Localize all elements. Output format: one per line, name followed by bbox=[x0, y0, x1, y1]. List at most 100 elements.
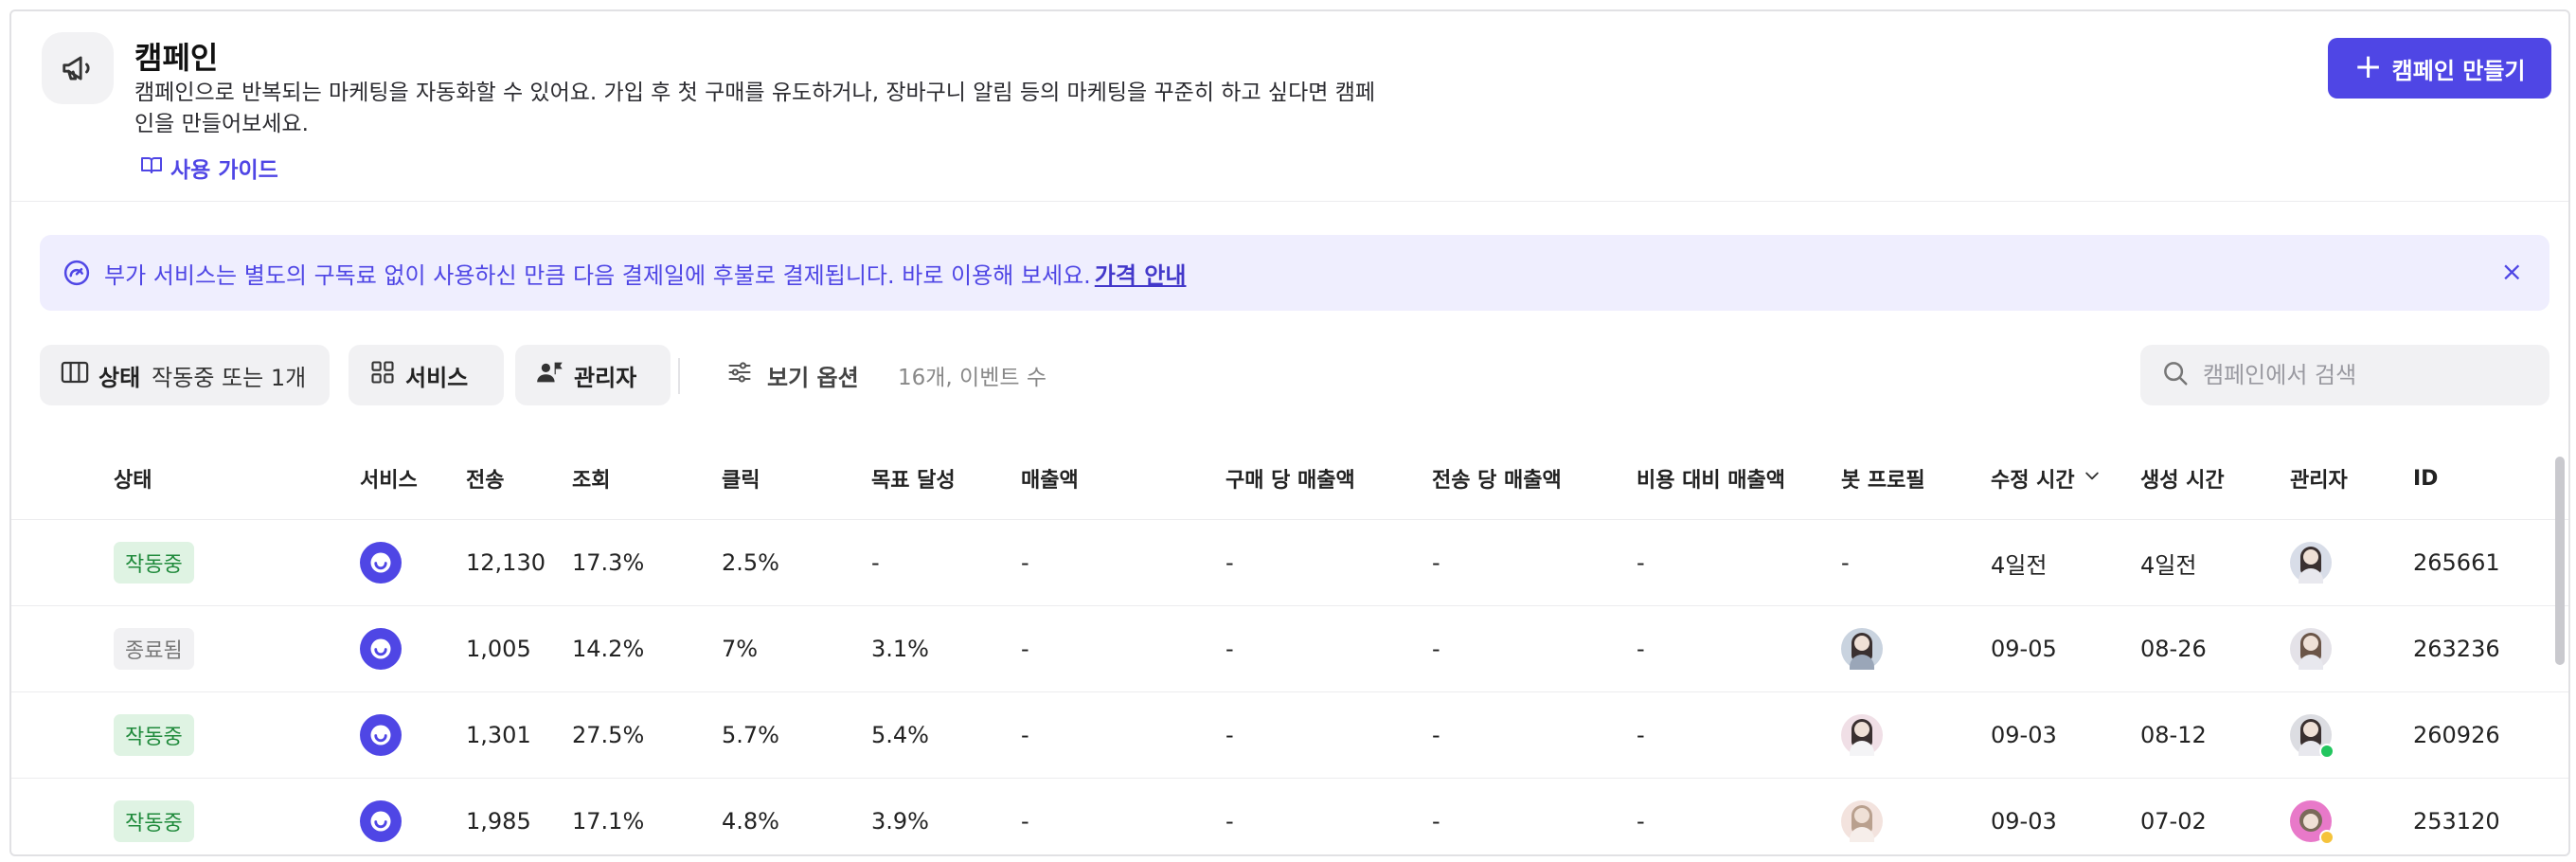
click-cell: 5.7% bbox=[722, 722, 779, 748]
col-rev-per-send[interactable]: 전송 당 매출액 bbox=[1432, 438, 1562, 519]
modified-cell: 09-03 bbox=[1991, 808, 2057, 835]
modified-cell: 09-05 bbox=[1991, 636, 2057, 662]
col-revenue[interactable]: 매출액 bbox=[1021, 438, 1079, 519]
status-badge: 종료됨 bbox=[114, 628, 194, 670]
manager-avatar[interactable] bbox=[2290, 714, 2334, 759]
manager-filter[interactable]: 관리자 bbox=[515, 345, 671, 405]
page-header: 캠페인 캠페인으로 반복되는 마케팅을 자동화할 수 있어요. 가입 후 첫 구… bbox=[11, 11, 2568, 202]
goal-cell: 5.4% bbox=[871, 722, 929, 748]
col-service[interactable]: 서비스 bbox=[360, 438, 418, 519]
status-badge: 작동중 bbox=[114, 714, 194, 756]
status-filter[interactable]: 상태 작동중 또는 1개 bbox=[40, 345, 330, 405]
created-cell: 08-26 bbox=[2140, 636, 2207, 662]
service-filter-label: 서비스 bbox=[405, 364, 469, 391]
click-cell: 2.5% bbox=[722, 549, 779, 576]
col-goal[interactable]: 목표 달성 bbox=[871, 438, 956, 519]
gauge-icon bbox=[61, 257, 93, 289]
chevron-down-icon bbox=[2083, 466, 2102, 491]
manager-filter-label: 관리자 bbox=[574, 364, 637, 391]
campaign-table: 상태 서비스 전송 조회 클릭 목표 달성 매출액 구매 당 매출액 전송 당 … bbox=[11, 438, 2568, 854]
plus-icon: + bbox=[2353, 46, 2383, 86]
click-cell: 7% bbox=[722, 636, 759, 662]
created-cell: 07-02 bbox=[2140, 808, 2207, 835]
click-cell: 4.8% bbox=[722, 808, 779, 835]
sliders-icon bbox=[725, 359, 754, 391]
col-view[interactable]: 조회 bbox=[572, 438, 610, 519]
table-row[interactable]: 작동중 12,130 17.3% 2.5% - - - - - - 4일전 4일… bbox=[11, 520, 2568, 606]
rev-per-purchase-cell: - bbox=[1225, 808, 1234, 835]
service-filter[interactable]: 서비스 bbox=[349, 345, 504, 405]
id-cell: 265661 bbox=[2413, 549, 2500, 576]
col-click[interactable]: 클릭 bbox=[722, 438, 760, 519]
channel-talk-icon bbox=[360, 542, 402, 584]
page-description: 캠페인으로 반복되는 마케팅을 자동화할 수 있어요. 가입 후 첫 구매를 유… bbox=[134, 81, 1376, 136]
table-row[interactable]: 작동중 1,985 17.1% 4.8% 3.9% - - - - 09-03 … bbox=[11, 779, 2568, 854]
search-icon bbox=[2161, 359, 2190, 391]
banner-text: 부가 서비스는 별도의 구독료 없이 사용하신 만큼 다음 결제일에 후불로 결… bbox=[104, 261, 1091, 289]
usage-guide-link[interactable]: 사용 가이드 bbox=[140, 152, 278, 184]
revenue-cell: - bbox=[1021, 808, 1029, 835]
close-icon[interactable]: × bbox=[2501, 256, 2523, 288]
id-cell: 260926 bbox=[2413, 722, 2500, 748]
bot-profile-avatar bbox=[1841, 800, 1883, 842]
goal-cell: - bbox=[871, 549, 880, 576]
rev-per-purchase-cell: - bbox=[1225, 722, 1234, 748]
filter-bar: 상태 작동중 또는 1개 서비스 관리자 보기 옵션 16개, 이벤트 수 캠페… bbox=[40, 345, 2549, 405]
view-cell: 14.2% bbox=[572, 636, 645, 662]
rev-per-send-cell: - bbox=[1432, 808, 1440, 835]
usage-guide-label: 사용 가이드 bbox=[170, 158, 278, 183]
addon-notice-banner: 부가 서비스는 별도의 구독료 없이 사용하신 만큼 다음 결제일에 후불로 결… bbox=[40, 235, 2549, 311]
roas-cell: - bbox=[1637, 636, 1645, 662]
rev-per-send-cell: - bbox=[1432, 549, 1440, 576]
create-campaign-button[interactable]: + 캠페인 만들기 bbox=[2328, 38, 2551, 99]
col-id[interactable]: ID bbox=[2413, 438, 2438, 519]
id-cell: 263236 bbox=[2413, 636, 2500, 662]
page-title: 캠페인 bbox=[134, 40, 219, 76]
col-modified[interactable]: 수정 시간 bbox=[1991, 438, 2102, 519]
columns-icon bbox=[61, 360, 89, 390]
table-row[interactable]: 작동중 1,301 27.5% 5.7% 5.4% - - - - 09-03 … bbox=[11, 692, 2568, 779]
view-cell: 27.5% bbox=[572, 722, 645, 748]
sent-cell: 1,985 bbox=[466, 808, 531, 835]
view-options-button[interactable]: 보기 옵션 bbox=[725, 345, 859, 405]
modified-cell: 09-03 bbox=[1991, 722, 2057, 748]
col-manager[interactable]: 관리자 bbox=[2290, 438, 2348, 519]
search-input[interactable] bbox=[2201, 361, 2546, 389]
away-status-dot bbox=[2319, 830, 2334, 845]
channel-talk-icon bbox=[360, 714, 402, 756]
table-row[interactable]: 종료됨 1,005 14.2% 7% 3.1% - - - - 09-05 08… bbox=[11, 606, 2568, 692]
view-cell: 17.1% bbox=[572, 808, 645, 835]
status-badge: 작동중 bbox=[114, 800, 194, 842]
sent-cell: 12,130 bbox=[466, 549, 546, 576]
col-rev-per-purchase[interactable]: 구매 당 매출액 bbox=[1225, 438, 1355, 519]
roas-cell: - bbox=[1637, 808, 1645, 835]
channel-talk-icon bbox=[360, 800, 402, 842]
revenue-cell: - bbox=[1021, 722, 1029, 748]
created-cell: 4일전 bbox=[2140, 551, 2197, 579]
book-icon bbox=[140, 153, 163, 182]
pricing-info-link[interactable]: 가격 안내 bbox=[1095, 257, 1187, 290]
sent-cell: 1,005 bbox=[466, 636, 531, 662]
col-roas[interactable]: 비용 대비 매출액 bbox=[1637, 438, 1785, 519]
manager-avatar[interactable] bbox=[2290, 628, 2332, 670]
col-status[interactable]: 상태 bbox=[114, 438, 152, 519]
manager-avatar[interactable] bbox=[2290, 542, 2332, 584]
view-cell: 17.3% bbox=[572, 549, 645, 576]
manager-avatar[interactable] bbox=[2290, 800, 2334, 845]
online-status-dot bbox=[2319, 744, 2334, 759]
vertical-scrollbar[interactable] bbox=[2555, 457, 2565, 665]
campaign-search[interactable] bbox=[2140, 345, 2549, 405]
view-options-label: 보기 옵션 bbox=[767, 364, 859, 391]
col-modified-label: 수정 시간 bbox=[1991, 469, 2075, 493]
rev-per-purchase-cell: - bbox=[1225, 636, 1234, 662]
campaign-count-text: 16개, 이벤트 수 bbox=[898, 366, 1046, 390]
col-sent[interactable]: 전송 bbox=[466, 438, 504, 519]
col-created[interactable]: 생성 시간 bbox=[2140, 438, 2225, 519]
roas-cell: - bbox=[1637, 722, 1645, 748]
campaign-page: 캠페인 캠페인으로 반복되는 마케팅을 자동화할 수 있어요. 가입 후 첫 구… bbox=[9, 9, 2570, 856]
col-bot-profile[interactable]: 봇 프로필 bbox=[1841, 438, 1925, 519]
created-cell: 08-12 bbox=[2140, 722, 2207, 748]
user-flag-icon bbox=[536, 359, 564, 391]
revenue-cell: - bbox=[1021, 636, 1029, 662]
id-cell: 253120 bbox=[2413, 808, 2500, 835]
